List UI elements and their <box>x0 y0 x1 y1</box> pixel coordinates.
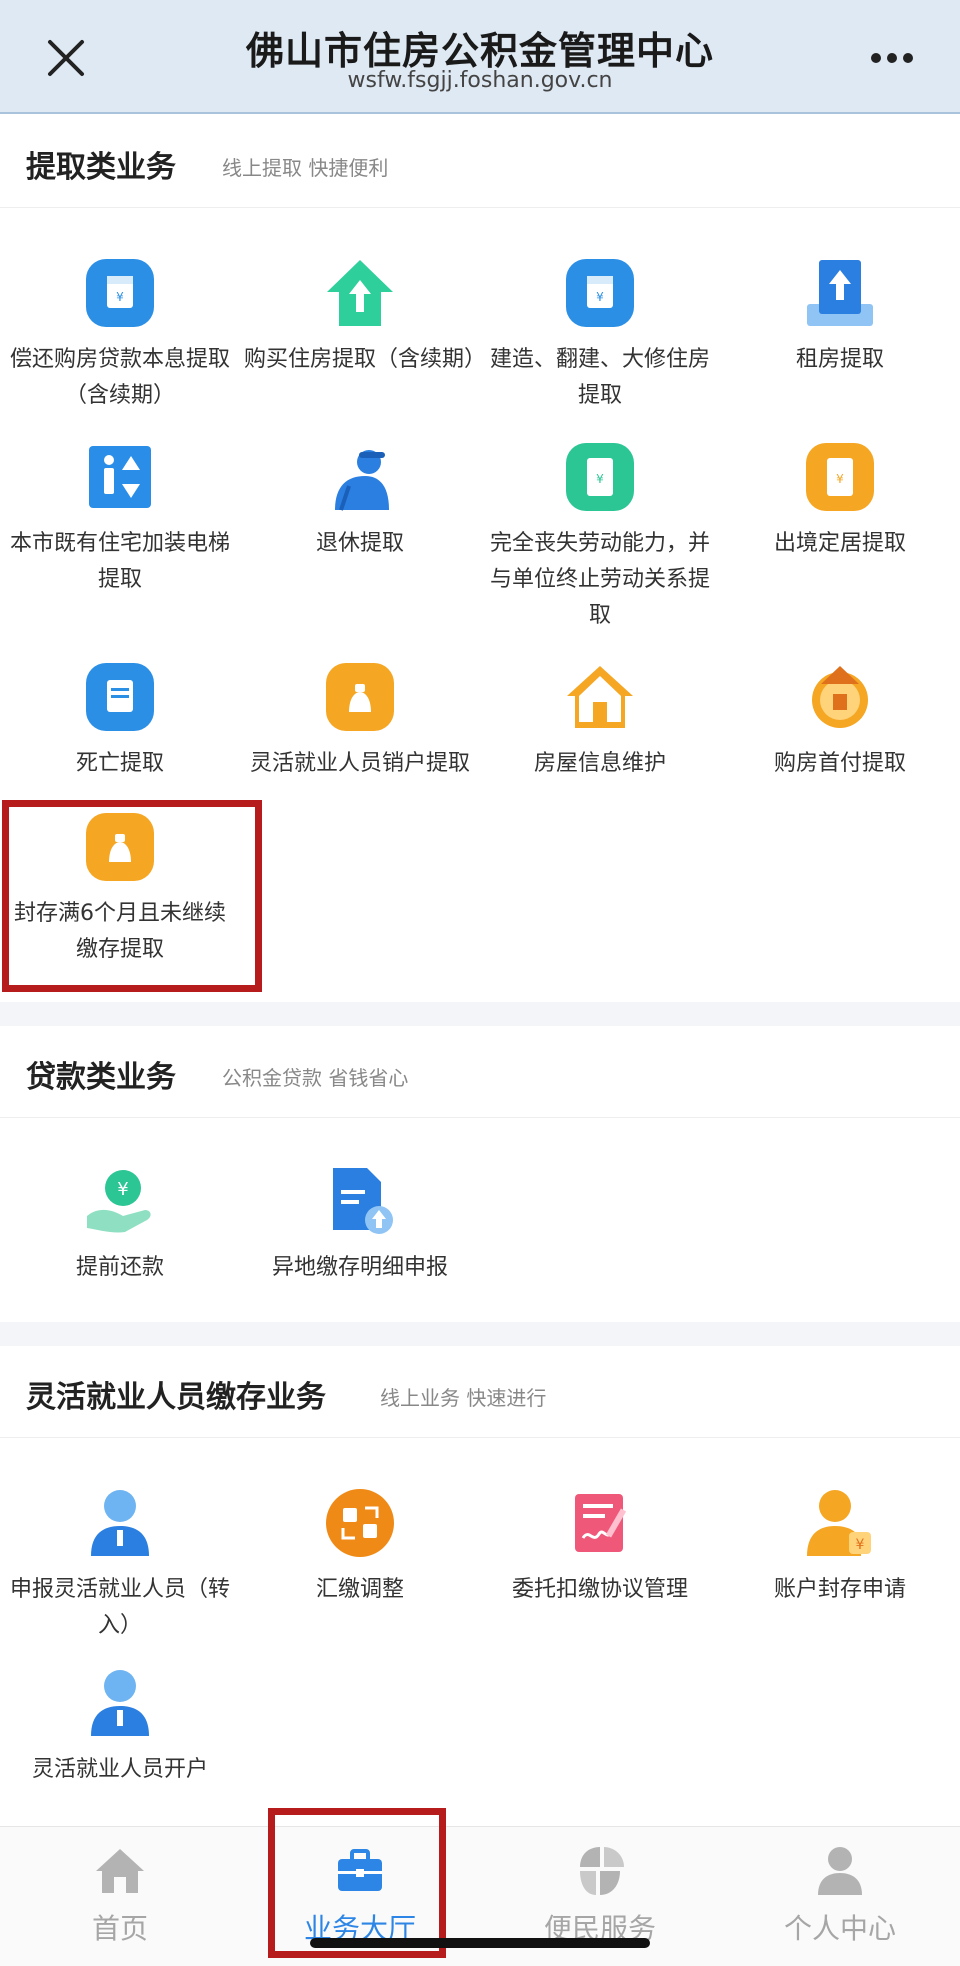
svg-text:¥: ¥ <box>836 472 844 486</box>
tab-label: 个人中心 <box>783 1912 896 1945</box>
service-item-buy-house-withdraw[interactable]: 购买住房提取（含续期） <box>240 258 487 378</box>
service-item-label: 账户封存申请 <box>773 1577 906 1602</box>
service-item-disability-withdraw[interactable]: ¥ 完全丧失劳动能力，并与单位终止劳动关系提取 <box>480 442 720 634</box>
hand-coin-icon: ¥ <box>87 1170 151 1233</box>
user-icon <box>91 1490 149 1556</box>
service-item-build-house-withdraw[interactable]: ¥ 建造、翻建、大修住房提取 <box>480 258 720 414</box>
withdraw-section-header: 提取类业务 线上提取 快捷便利 <box>0 116 960 208</box>
service-item-remote-deposit-report[interactable]: 异地缴存明细申报 <box>240 1166 480 1286</box>
service-grid-icon <box>580 1847 624 1895</box>
service-item-label: 异地缴存明细申报 <box>271 1255 448 1280</box>
service-item-label: 购买住房提取（含续期） <box>244 347 487 372</box>
service-item-rent-withdraw[interactable]: 租房提取 <box>720 258 960 378</box>
house-icon <box>567 666 633 728</box>
tab-label: 首页 <box>91 1912 148 1945</box>
service-item-label: 汇缴调整 <box>315 1577 404 1602</box>
svg-text:¥: ¥ <box>596 290 604 304</box>
highlight-box-sealed-withdraw <box>2 800 262 992</box>
service-item-label: 购房首付提取 <box>773 751 906 776</box>
service-item-label: 本市既有住宅加装电梯提取 <box>9 531 230 592</box>
service-item-flexible-close-withdraw[interactable]: 灵活就业人员销户提取 <box>240 662 480 782</box>
service-item-label: 租房提取 <box>795 347 884 372</box>
service-item-elevator-withdraw[interactable]: 本市既有住宅加装电梯提取 <box>0 442 240 598</box>
browser-header: 佛山市住房公积金管理中心 wsfw.fsgjj.foshan.gov.cn <box>0 0 960 114</box>
section-title: 提取类业务 <box>26 150 176 185</box>
home-icon <box>96 1849 144 1893</box>
service-item-label: 灵活就业人员开户 <box>31 1757 208 1782</box>
section-subtitle: 公积金贷款 省钱省心 <box>222 1066 409 1090</box>
tab-personal-center[interactable]: 个人中心 <box>720 1827 960 1966</box>
service-item-downpayment-withdraw[interactable]: 购房首付提取 <box>720 662 960 782</box>
service-item-house-info[interactable]: 房屋信息维护 <box>480 662 720 782</box>
elderly-person-icon <box>335 450 389 511</box>
section-subtitle: 线上提取 快捷便利 <box>222 156 389 180</box>
upload-icon <box>807 260 873 326</box>
document-icon: ¥ <box>566 259 634 327</box>
home-indicator <box>310 1938 650 1948</box>
service-item-label: 完全丧失劳动能力，并与单位终止劳动关系提取 <box>489 531 710 628</box>
section-title: 贷款类业务 <box>26 1060 176 1095</box>
signature-icon <box>575 1494 627 1552</box>
service-item-retire-withdraw[interactable]: 退休提取 <box>240 442 480 562</box>
exchange-icon <box>326 1489 394 1557</box>
service-item-repay-loan-withdraw[interactable]: ¥ 偿还购房贷款本息提取（含续期） <box>0 258 240 414</box>
section-title: 灵活就业人员缴存业务 <box>26 1380 326 1415</box>
page-url: wsfw.fsgjj.foshan.gov.cn <box>347 68 613 93</box>
elevator-icon <box>89 446 151 508</box>
more-icon[interactable] <box>870 52 914 64</box>
coin-house-icon <box>812 666 868 728</box>
service-item-label: 死亡提取 <box>75 751 164 776</box>
flexible-section-header: 灵活就业人员缴存业务 线上业务 快速进行 <box>0 1346 960 1438</box>
service-item-label: 退休提取 <box>315 531 404 556</box>
service-item-early-repayment[interactable]: ¥ 提前还款 <box>0 1166 240 1286</box>
service-item-flexible-open-account[interactable]: 灵活就业人员开户 <box>0 1668 240 1788</box>
service-item-label: 建造、翻建、大修住房提取 <box>489 347 710 408</box>
section-subtitle: 线上业务 快速进行 <box>380 1386 547 1410</box>
service-item-account-seal[interactable]: ¥ 账户封存申请 <box>720 1488 960 1608</box>
service-item-label: 申报灵活就业人员（转入） <box>9 1577 230 1638</box>
svg-text:¥: ¥ <box>117 1179 128 1200</box>
person-icon <box>818 1847 862 1895</box>
service-item-death-withdraw[interactable]: 死亡提取 <box>0 662 240 782</box>
money-bag-icon <box>326 663 394 731</box>
page-title: 佛山市住房公积金管理中心 <box>245 29 714 73</box>
section-divider <box>0 1002 960 1026</box>
user-icon <box>91 1670 149 1736</box>
section-divider <box>0 1322 960 1346</box>
highlight-box-business-hall <box>268 1808 446 1958</box>
service-item-label: 偿还购房贷款本息提取（含续期） <box>9 347 230 408</box>
house-up-icon <box>327 260 393 326</box>
service-item-emigrate-withdraw[interactable]: ¥ 出境定居提取 <box>720 442 960 562</box>
document-icon <box>86 663 154 731</box>
svg-text:¥: ¥ <box>116 290 124 304</box>
service-item-remittance-adjust[interactable]: 汇缴调整 <box>240 1488 480 1608</box>
document-icon: ¥ <box>86 259 154 327</box>
svg-text:¥: ¥ <box>856 1537 865 1553</box>
service-item-label: 灵活就业人员销户提取 <box>249 751 470 776</box>
service-item-label: 出境定居提取 <box>773 531 906 556</box>
service-item-label: 提前还款 <box>75 1255 164 1280</box>
service-item-label: 房屋信息维护 <box>533 751 666 776</box>
svg-text:¥: ¥ <box>596 472 604 486</box>
user-coin-icon: ¥ <box>807 1490 871 1556</box>
service-item-flexible-transfer-in[interactable]: 申报灵活就业人员（转入） <box>0 1488 240 1644</box>
loan-section-header: 贷款类业务 公积金贷款 省钱省心 <box>0 1026 960 1118</box>
tab-home[interactable]: 首页 <box>0 1827 240 1966</box>
service-item-deduction-agreement[interactable]: 委托扣缴协议管理 <box>480 1488 720 1608</box>
notebook-icon: ¥ <box>806 443 874 511</box>
file-upload-icon <box>333 1168 393 1234</box>
notebook-icon: ¥ <box>566 443 634 511</box>
service-item-label: 委托扣缴协议管理 <box>511 1577 688 1602</box>
